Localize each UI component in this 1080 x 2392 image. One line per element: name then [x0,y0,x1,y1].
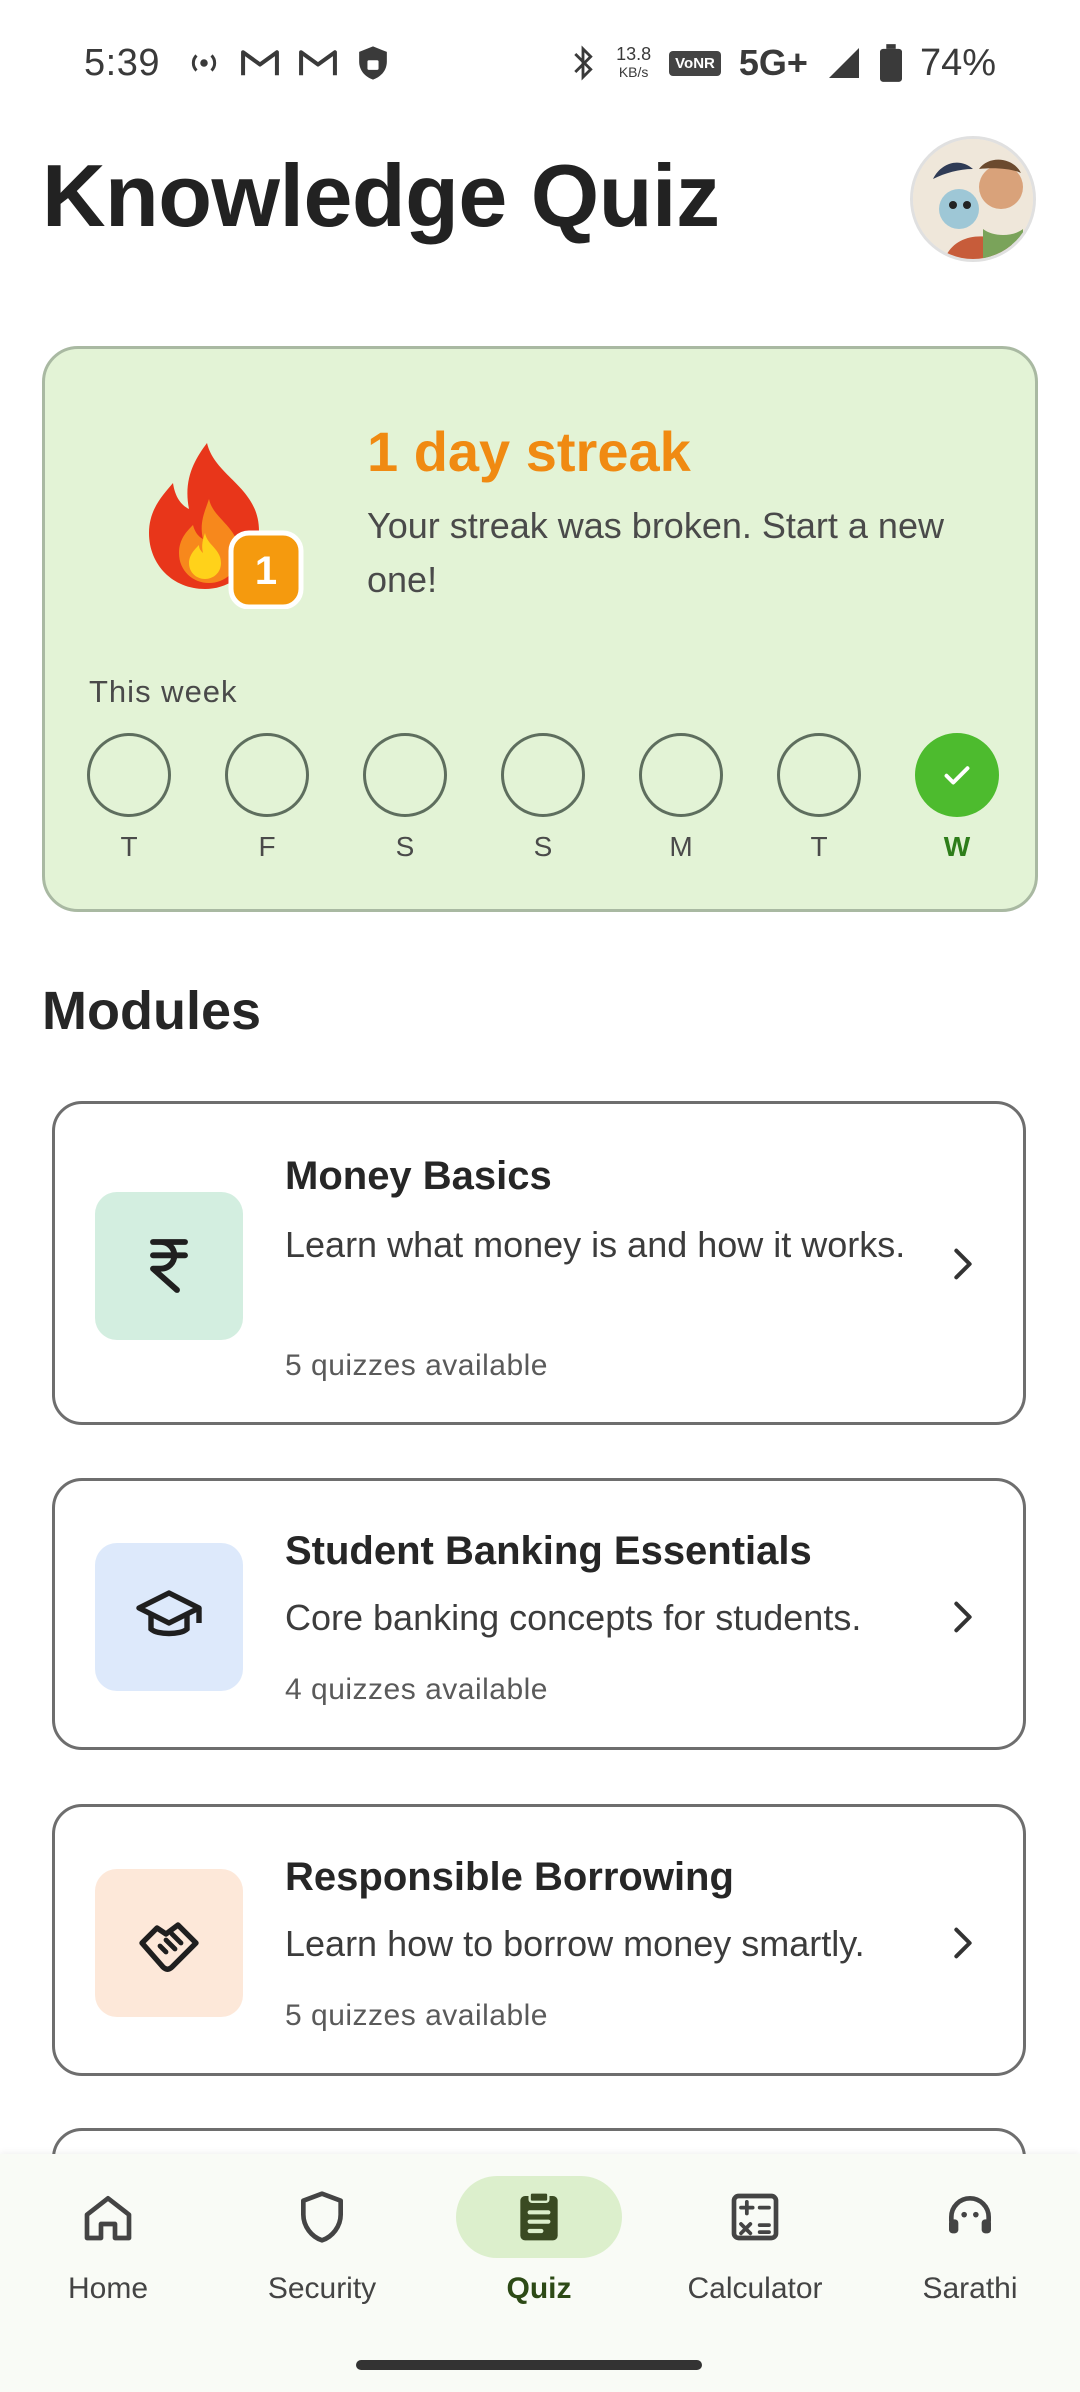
avatar-illustration [913,139,1033,259]
module-icon-box [95,1192,243,1340]
modules-section-title: Modules [42,981,262,1041]
flame-icon: 1 [149,443,304,609]
day-circle-done [915,733,999,817]
hotspot-icon [191,54,217,72]
streak-title: 1 day streak [367,420,691,483]
nav-item-calculator[interactable]: Calculator [655,2176,855,2306]
nav-item-security[interactable]: Security [222,2176,422,2306]
module-icon-box [95,1869,243,2017]
speed-unit: KB/s [618,64,649,80]
nav-item-home[interactable]: Home [8,2176,208,2306]
battery-icon [879,44,902,82]
nav-item-quiz[interactable]: Quiz [439,2176,639,2306]
nav-label: Sarathi [922,2272,1018,2305]
day-circle [363,733,447,817]
check-icon [944,766,970,785]
day-circle [639,733,723,817]
handshake-icon [139,1922,199,1972]
gmail-icon [241,50,279,76]
day-item: M [637,733,725,873]
day-item: F [223,733,311,873]
clipboard-icon [520,2191,558,2241]
module-card-student-banking[interactable]: Student Banking Essentials Core banking … [52,1478,1026,1750]
nav-icon-container-active [456,2176,622,2258]
shield-icon [301,2191,343,2243]
speed-value: 13.8 [616,44,652,64]
day-letter: M [669,831,693,862]
module-description: Learn how to borrow money smartly. [285,1923,865,1964]
module-quiz-count: 5 quizzes available [285,1999,548,2032]
day-letter: F [258,831,276,862]
chevron-right-icon [954,1601,972,1633]
day-item: T [85,733,173,873]
chevron-right-icon [954,1248,972,1280]
nav-label: Quiz [506,2272,572,2305]
day-circle [225,733,309,817]
bluetooth-icon [574,45,593,81]
headset-icon [949,2196,991,2234]
streak-badge-number: 1 [255,549,277,593]
vonr-badge: VoNR [669,50,721,76]
day-circle [87,733,171,817]
module-card-responsible-borrowing[interactable]: Responsible Borrowing Learn how to borro… [52,1804,1026,2076]
day-item-today: W [913,733,1001,873]
module-icon-box [95,1543,243,1691]
home-icon [84,2196,132,2241]
nav-label: Security [267,2272,377,2305]
rupee-icon [150,1239,188,1293]
day-circle [501,733,585,817]
day-item: S [361,733,449,873]
vpn-shield-icon [359,46,387,80]
day-letter: S [533,831,553,862]
day-letter: S [395,831,415,862]
bottom-navigation: Home Security Quiz Calculator Sarathi [0,2154,1080,2392]
module-description: Core banking concepts for students. [285,1597,862,1638]
network-speed: 13.8 KB/s [616,45,651,81]
nav-icon-container [672,2176,838,2258]
day-letter: W [943,831,971,862]
avatar[interactable] [910,136,1036,262]
status-time: 5:39 [84,41,160,84]
day-item: T [775,733,863,873]
module-card-money-basics[interactable]: Money Basics Learn what money is and how… [52,1101,1026,1425]
page-title: Knowledge Quiz [42,146,720,245]
streak-description: Your streak was broken. Start a new one! [367,505,944,600]
network-type: 5G+ [738,42,808,83]
day-letter: T [810,831,828,862]
day-letter: T [120,831,138,862]
module-description: Learn what money is and how it works. [285,1224,906,1265]
module-title: Student Banking Essentials [285,1529,812,1573]
nav-icon-container [25,2176,191,2258]
status-bar: 5:39 13.8 KB/s VoNR 5G+ 74% [0,0,1080,126]
module-quiz-count: 4 quizzes available [285,1673,548,1706]
module-title: Money Basics [285,1154,552,1198]
nav-item-sarathi[interactable]: Sarathi [870,2176,1070,2306]
nav-icon-container [887,2176,1053,2258]
streak-card: 1 1 day streak Your streak was broken. S… [42,346,1038,912]
nav-label: Calculator [687,2272,823,2305]
nav-label: Home [67,2272,149,2305]
day-item: S [499,733,587,873]
calculator-icon [731,2193,779,2241]
gmail-icon [299,50,337,76]
module-quiz-count: 5 quizzes available [285,1349,548,1382]
module-title: Responsible Borrowing [285,1855,734,1899]
graduation-cap-icon [136,1590,202,1637]
week-tracker: T F S S M T W [85,733,1001,873]
home-indicator[interactable] [356,2360,702,2370]
battery-percent: 74% [919,41,996,84]
nav-icon-container [239,2176,405,2258]
signal-icon [828,48,859,78]
week-label: This week [89,674,238,709]
day-circle [777,733,861,817]
chevron-right-icon [954,1927,972,1959]
